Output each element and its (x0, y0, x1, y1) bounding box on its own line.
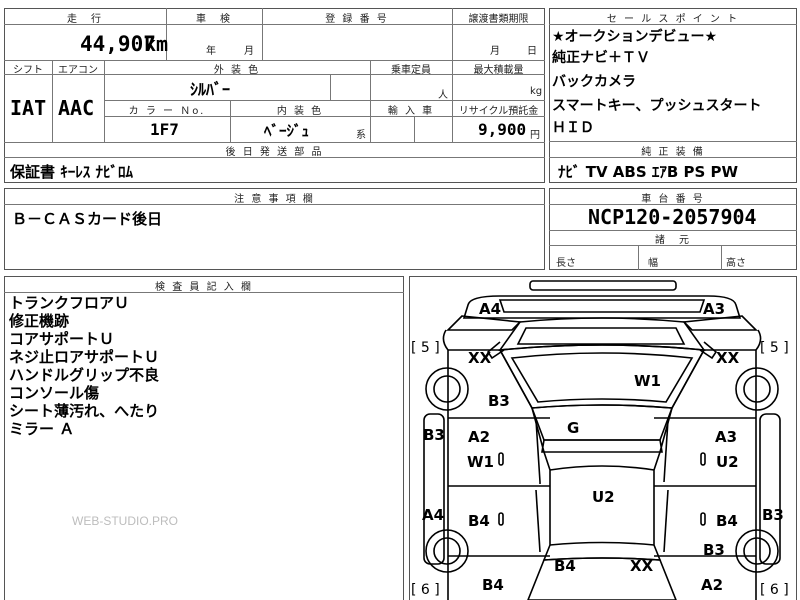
tire-bracket-label: [ 5 ] (760, 340, 789, 356)
left-rear-handle (498, 512, 504, 526)
damage-label: A4 (479, 300, 502, 318)
cabin-bottom (549, 541, 655, 546)
damage-label: A2 (468, 428, 491, 446)
damage-label: XX (630, 557, 654, 575)
damage-label: B3 (423, 426, 445, 444)
roof-rail (541, 439, 663, 453)
damage-label: B3 (703, 541, 725, 559)
damage-label: W1 (634, 372, 661, 390)
damage-label: A3 (703, 300, 726, 318)
grille-shape (498, 299, 706, 313)
damage-label: G (567, 419, 580, 437)
right-rear-wheel (735, 529, 779, 573)
roof-front (530, 404, 674, 441)
damage-label: A2 (701, 576, 724, 594)
damage-label: B4 (468, 512, 490, 530)
left-front-handle (498, 452, 504, 466)
car-outline-svg (423, 280, 781, 600)
damage-label: A3 (715, 428, 738, 446)
damage-label: B4 (716, 512, 738, 530)
front-bumper-shape (529, 280, 677, 291)
cabin-top (549, 465, 655, 471)
right-sill (759, 413, 781, 565)
left-rear-window-edge (535, 489, 541, 553)
damage-label: B4 (554, 557, 576, 575)
tire-bracket-label: [ 5 ] (411, 340, 440, 356)
left-front-wheel (425, 367, 469, 411)
left-rear-wheel (425, 529, 469, 573)
left-rear-wheel-hub (433, 537, 461, 565)
damage-label: B3 (488, 392, 510, 410)
rear-window-shape (527, 557, 677, 600)
hood-inner (516, 327, 686, 345)
tire-bracket-label: [ 6 ] (760, 582, 789, 598)
right-front-wheel (735, 367, 779, 411)
damage-label: B4 (482, 576, 504, 594)
right-rear-handle (700, 512, 706, 526)
right-rear-window-edge (663, 489, 669, 553)
left-front-wheel-hub (433, 375, 461, 403)
damage-label: U2 (716, 453, 739, 471)
damage-label: XX (716, 349, 740, 367)
right-rear-wheel-hub (743, 537, 771, 565)
damage-label: W1 (467, 453, 494, 471)
tire-bracket-label: [ 6 ] (411, 582, 440, 598)
damage-label: A4 (422, 506, 445, 524)
right-front-handle (700, 452, 706, 466)
damage-label: XX (468, 349, 492, 367)
right-front-wheel-hub (743, 375, 771, 403)
damage-label: B3 (762, 506, 784, 524)
cabin-outline (448, 349, 756, 561)
windshield-inner (510, 352, 694, 403)
damage-label: U2 (592, 488, 615, 506)
